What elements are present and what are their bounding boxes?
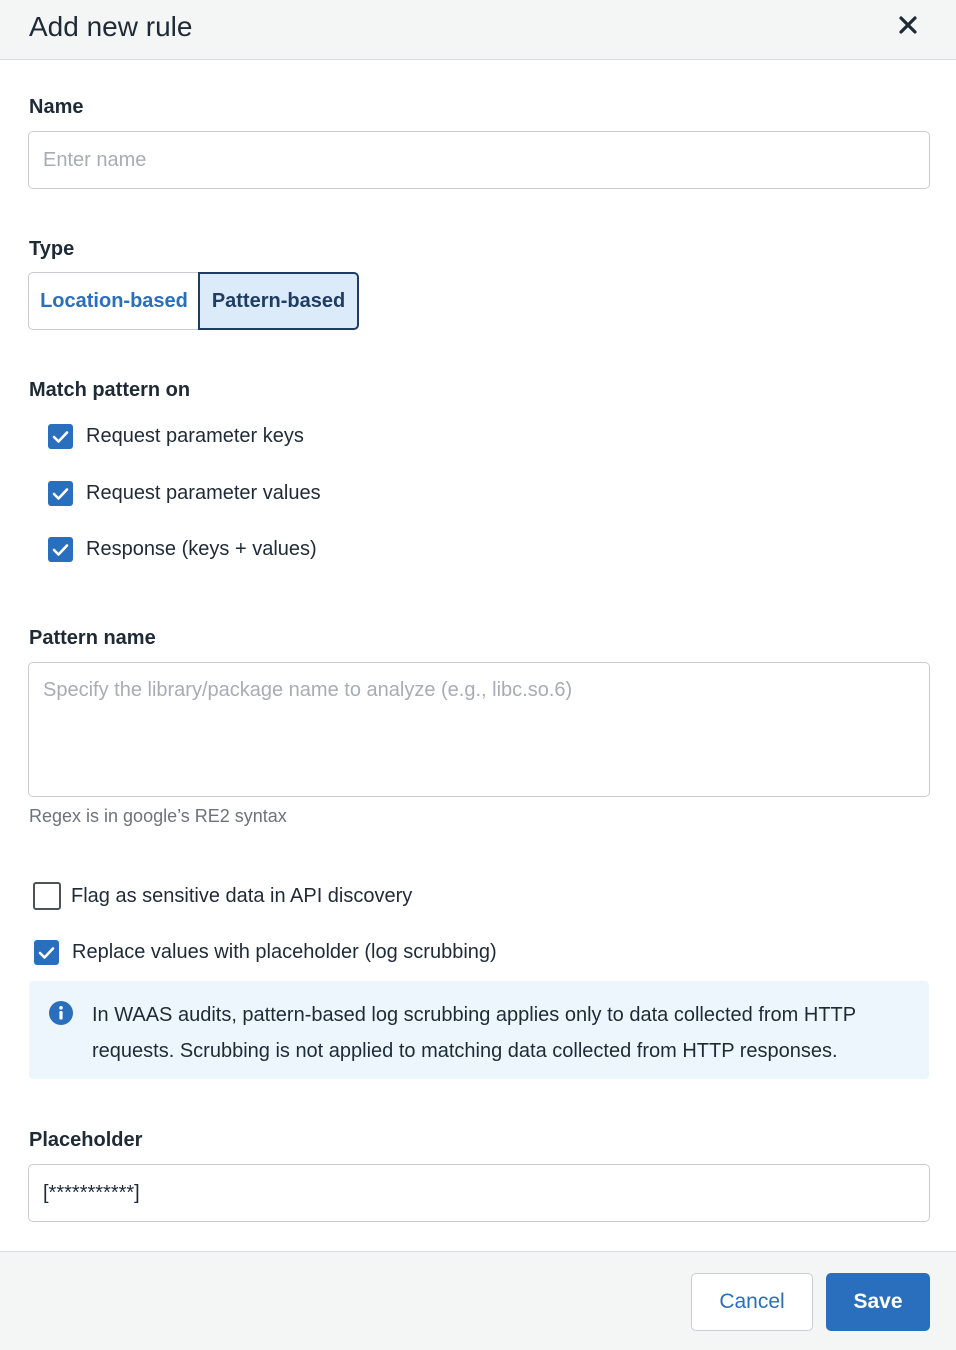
cancel-button[interactable]: Cancel <box>691 1273 813 1331</box>
pattern-name-textarea[interactable] <box>28 662 930 797</box>
pattern-name-label: Pattern name <box>29 627 156 649</box>
flag-sensitive-checkbox[interactable]: Flag as sensitive data in API discovery <box>33 882 412 910</box>
checkbox-checked-icon <box>48 537 73 562</box>
checkbox-checked-icon <box>34 940 59 965</box>
checkbox-label: Replace values with placeholder (log scr… <box>72 941 497 963</box>
name-label: Name <box>29 96 84 118</box>
checkbox-label: Flag as sensitive data in API discovery <box>71 884 413 907</box>
checkbox-unchecked-icon <box>33 882 61 910</box>
info-icon <box>49 1001 73 1025</box>
dialog-title: Add new rule <box>29 11 193 42</box>
save-button[interactable]: Save <box>826 1273 930 1331</box>
checkbox-label: Request parameter keys <box>86 425 304 447</box>
match-request-values-checkbox[interactable]: Request parameter values <box>48 481 321 506</box>
type-pattern-based-button[interactable]: Pattern-based <box>198 272 359 330</box>
type-label: Type <box>29 238 75 260</box>
add-rule-dialog: Add new rule Name Type Location-based Pa… <box>0 0 956 1350</box>
placeholder-label: Placeholder <box>29 1129 143 1151</box>
dialog-header: Add new rule <box>0 0 956 60</box>
placeholder-input[interactable] <box>28 1164 930 1222</box>
pattern-hint: Regex is in google’s RE2 syntax <box>29 806 287 826</box>
info-text: In WAAS audits, pattern-based log scrubb… <box>92 1004 856 1062</box>
checkbox-label: Request parameter values <box>86 482 321 504</box>
type-location-based-button[interactable]: Location-based <box>28 272 199 330</box>
checkbox-checked-icon <box>48 424 73 449</box>
info-banner: In WAAS audits, pattern-based log scrubb… <box>29 981 929 1079</box>
match-request-keys-checkbox[interactable]: Request parameter keys <box>48 424 304 449</box>
match-response-checkbox[interactable]: Response (keys + values) <box>48 537 317 562</box>
match-pattern-label: Match pattern on <box>29 379 191 401</box>
close-icon <box>899 16 917 34</box>
close-button[interactable] <box>893 10 923 40</box>
replace-placeholder-checkbox[interactable]: Replace values with placeholder (log scr… <box>34 940 497 965</box>
checkbox-label: Response (keys + values) <box>86 538 317 560</box>
checkbox-checked-icon <box>48 481 73 506</box>
dialog-footer: Cancel Save <box>0 1251 956 1350</box>
name-input[interactable] <box>28 131 930 189</box>
